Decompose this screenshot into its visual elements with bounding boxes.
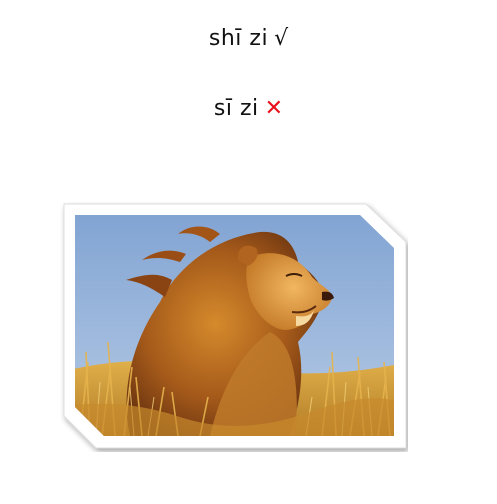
cross-icon: ✕ xyxy=(264,96,284,121)
answer-wrong-row: sī zi ✕ xyxy=(0,96,497,121)
lion-photo-frame xyxy=(60,202,408,452)
pinyin-correct: shī zi xyxy=(208,26,269,51)
check-icon: √ xyxy=(274,26,289,51)
answer-correct-row: shī zi √ xyxy=(0,26,497,51)
lion-photo xyxy=(63,203,407,449)
pinyin-wrong: sī zi xyxy=(213,96,259,121)
